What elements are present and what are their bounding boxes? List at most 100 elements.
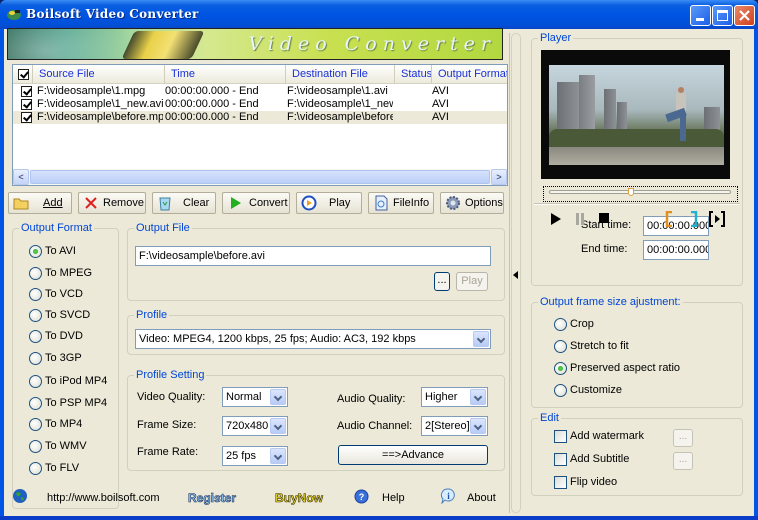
- add-watermark-label[interactable]: Add watermark: [570, 430, 644, 442]
- add-button[interactable]: Add: [8, 192, 72, 214]
- format-radio[interactable]: [29, 267, 42, 280]
- chevron-down-icon[interactable]: [473, 331, 489, 347]
- frame-adjust-radio[interactable]: [554, 384, 567, 397]
- remove-button[interactable]: Remove: [78, 192, 146, 214]
- chevron-down-icon[interactable]: [270, 389, 286, 405]
- frame-adjust-option-label[interactable]: Crop: [570, 318, 594, 330]
- format-option-label[interactable]: To WMV: [45, 440, 87, 452]
- scroll-thumb[interactable]: [30, 170, 490, 184]
- format-radio[interactable]: [29, 397, 42, 410]
- maximize-button[interactable]: [712, 5, 733, 26]
- file-list[interactable]: Source File Time Destination File Status…: [12, 64, 508, 186]
- pause-icon[interactable]: [574, 213, 586, 225]
- format-radio[interactable]: [29, 309, 42, 322]
- help-link[interactable]: Help: [382, 492, 405, 504]
- mark-out-icon[interactable]: [690, 211, 698, 227]
- row-checkbox[interactable]: [21, 86, 32, 97]
- format-option-label[interactable]: To DVD: [45, 330, 83, 342]
- select-all-checkbox[interactable]: [18, 69, 29, 80]
- format-option-label[interactable]: To iPod MP4: [45, 375, 107, 387]
- about-link[interactable]: About: [467, 492, 496, 504]
- chevron-down-icon[interactable]: [470, 389, 486, 405]
- video-quality-select[interactable]: Normal: [222, 387, 288, 407]
- chevron-down-icon[interactable]: [270, 448, 286, 464]
- collapse-arrow-icon[interactable]: [513, 271, 518, 279]
- add-subtitle-label[interactable]: Add Subtitle: [570, 453, 629, 465]
- audio-quality-select[interactable]: Higher: [421, 387, 488, 407]
- format-option-label[interactable]: To 3GP: [45, 352, 82, 364]
- column-time[interactable]: Time: [165, 65, 286, 84]
- format-option-label[interactable]: To PSP MP4: [45, 397, 107, 409]
- subtitle-browse-button[interactable]: ...: [673, 452, 693, 470]
- format-option-label[interactable]: To MP4: [45, 418, 82, 430]
- add-watermark-checkbox[interactable]: [554, 430, 567, 443]
- output-file-path-input[interactable]: F:\videosample\before.avi: [135, 246, 491, 266]
- buynow-link[interactable]: BuyNow: [275, 491, 324, 506]
- video-preview[interactable]: [541, 50, 730, 179]
- column-source-file[interactable]: Source File: [33, 65, 165, 84]
- horizontal-scrollbar[interactable]: < >: [13, 169, 507, 185]
- format-option-label[interactable]: To VCD: [45, 288, 83, 300]
- close-button[interactable]: [734, 5, 755, 26]
- clear-button[interactable]: Clear: [152, 192, 216, 214]
- frame-rate-select[interactable]: 25 fps: [222, 446, 288, 466]
- play-output-button[interactable]: Play: [456, 272, 488, 291]
- scroll-right-button[interactable]: >: [491, 169, 507, 185]
- flip-video-checkbox[interactable]: [554, 476, 567, 489]
- info-icon[interactable]: i: [440, 488, 456, 504]
- format-radio[interactable]: [29, 440, 42, 453]
- table-row[interactable]: F:\videosample\1.mpg 00:00:00.000 - End …: [13, 85, 507, 98]
- seek-slider[interactable]: [543, 186, 738, 202]
- website-link[interactable]: http://www.boilsoft.com: [47, 492, 160, 504]
- options-button[interactable]: Options: [440, 192, 504, 214]
- browse-output-button[interactable]: ...: [434, 272, 450, 291]
- seek-thumb[interactable]: [628, 188, 634, 196]
- format-radio[interactable]: [29, 288, 42, 301]
- start-time-input[interactable]: 00:00:00.000: [643, 216, 709, 236]
- frame-adjust-radio[interactable]: [554, 318, 567, 331]
- end-time-input[interactable]: 00:00:00.000: [643, 240, 709, 260]
- minimize-button[interactable]: [690, 5, 711, 26]
- profile-select[interactable]: Video: MPEG4, 1200 kbps, 25 fps; Audio: …: [135, 329, 491, 349]
- add-subtitle-checkbox[interactable]: [554, 453, 567, 466]
- row-checkbox[interactable]: [21, 99, 32, 110]
- format-radio[interactable]: [29, 245, 42, 258]
- frame-adjust-radio[interactable]: [554, 340, 567, 353]
- audio-channel-select[interactable]: 2[Stereo]: [421, 416, 488, 436]
- play-selection-icon[interactable]: [709, 211, 725, 227]
- header-select-all[interactable]: [13, 65, 33, 84]
- column-destination-file[interactable]: Destination File: [286, 65, 395, 84]
- flip-video-label[interactable]: Flip video: [570, 476, 617, 488]
- row-checkbox[interactable]: [21, 112, 32, 123]
- fileinfo-button[interactable]: FileInfo: [368, 192, 434, 214]
- format-option-label[interactable]: To SVCD: [45, 309, 90, 321]
- format-radio[interactable]: [29, 462, 42, 475]
- play-icon[interactable]: [550, 213, 562, 225]
- column-output-format[interactable]: Output Format: [432, 65, 507, 84]
- frame-adjust-radio[interactable]: [554, 362, 567, 375]
- frame-adjust-option-label[interactable]: Customize: [570, 384, 622, 396]
- panel-splitter[interactable]: [506, 29, 523, 516]
- watermark-browse-button[interactable]: ...: [673, 429, 693, 447]
- advance-button[interactable]: ==>Advance: [338, 445, 488, 465]
- frame-size-select[interactable]: 720x480: [222, 416, 288, 436]
- format-radio[interactable]: [29, 418, 42, 431]
- chevron-down-icon[interactable]: [270, 418, 286, 434]
- title-bar[interactable]: Boilsoft Video Converter: [0, 0, 758, 29]
- register-link[interactable]: Register: [188, 491, 237, 506]
- table-row-selected[interactable]: F:\videosample\before.mp4 00:00:00.000 -…: [13, 111, 507, 124]
- format-radio[interactable]: [29, 375, 42, 388]
- format-radio[interactable]: [29, 330, 42, 343]
- format-option-label[interactable]: To FLV: [45, 462, 79, 474]
- frame-adjust-option-label[interactable]: Preserved aspect ratio: [570, 362, 680, 374]
- mark-in-icon[interactable]: [665, 211, 673, 227]
- stop-icon[interactable]: [599, 213, 610, 224]
- chevron-down-icon[interactable]: [470, 418, 486, 434]
- help-icon[interactable]: ?: [354, 489, 369, 504]
- format-radio[interactable]: [29, 352, 42, 365]
- format-option-label[interactable]: To AVI: [45, 245, 76, 257]
- format-option-label[interactable]: To MPEG: [45, 267, 92, 279]
- table-row[interactable]: F:\videosample\1_new.avi 00:00:00.000 - …: [13, 98, 507, 111]
- column-status[interactable]: Status: [395, 65, 432, 84]
- play-button[interactable]: Play: [296, 192, 362, 214]
